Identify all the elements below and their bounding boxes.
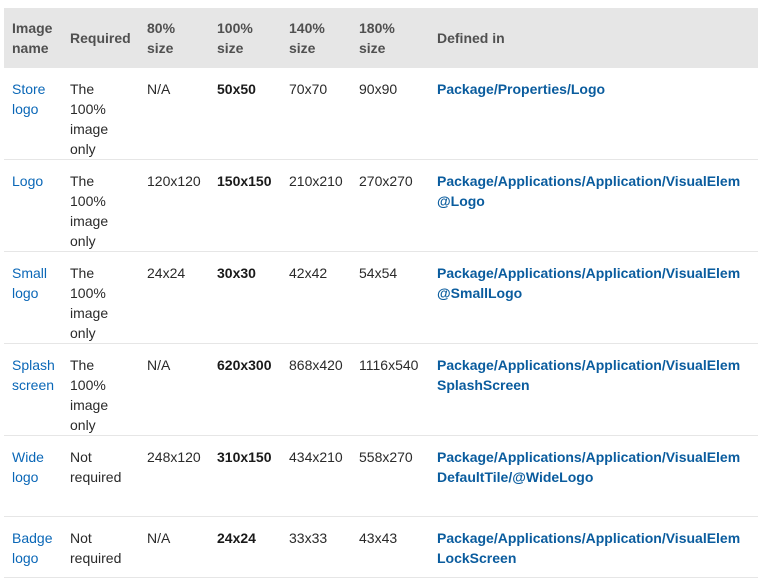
image-sizes-table-container: Image name Required 80% size 100% size 1…	[4, 8, 758, 578]
cell-image-name: Splash screen	[12, 357, 55, 393]
cell-140-size: 70x70	[289, 81, 328, 97]
cell-required: Not required	[70, 530, 122, 566]
cell-180-size: 558x270	[359, 449, 413, 465]
defined-in-link-line2[interactable]: LockScreen	[437, 548, 758, 568]
table-row: Store logo The 100% image only N/A 50x50…	[4, 68, 758, 160]
cell-image-name: Small logo	[12, 265, 48, 301]
cell-140-size: 434x210	[289, 449, 343, 465]
defined-in-link-line1[interactable]: Package/Applications/Application/VisualE…	[437, 171, 758, 191]
cell-80-size: N/A	[147, 530, 171, 546]
cell-140-size: 868x420	[289, 357, 343, 373]
cell-required: Not required	[70, 449, 122, 485]
cell-140-size: 210x210	[289, 173, 343, 189]
header-140-size: 140% size	[289, 20, 325, 56]
cell-defined-in[interactable]: Package/Applications/Application/VisualE…	[429, 517, 758, 578]
defined-in-link-line1[interactable]: Package/Applications/Application/VisualE…	[437, 263, 758, 283]
defined-in-link-line1[interactable]: Package/Properties/Logo	[437, 79, 758, 99]
cell-required: The 100% image only	[70, 265, 109, 341]
cell-80-size: 120x120	[147, 173, 201, 189]
cell-required: The 100% image only	[70, 81, 109, 157]
cell-80-size: 24x24	[147, 265, 186, 281]
cell-80-size: N/A	[147, 81, 171, 97]
cell-100-size: 30x30	[217, 265, 256, 281]
cell-defined-in[interactable]: Package/Applications/Application/VisualE…	[429, 436, 758, 517]
cell-180-size: 43x43	[359, 530, 398, 546]
cell-100-size: 50x50	[217, 81, 256, 97]
table-row: Splash screen The 100% image only N/A 62…	[4, 344, 758, 436]
cell-180-size: 54x54	[359, 265, 398, 281]
header-image-name: Image name	[12, 20, 53, 56]
defined-in-link-line1[interactable]: Package/Applications/Application/VisualE…	[437, 528, 758, 548]
cell-80-size: N/A	[147, 357, 171, 373]
cell-180-size: 1116x540	[359, 357, 419, 373]
defined-in-link-line1[interactable]: Package/Applications/Application/VisualE…	[437, 447, 758, 467]
header-180-size: 180% size	[359, 20, 395, 56]
cell-image-name: Store logo	[12, 81, 46, 117]
cell-image-name: Logo	[12, 173, 44, 189]
table-row: Logo The 100% image only 120x120 150x150…	[4, 160, 758, 252]
cell-image-name: Badge logo	[12, 530, 53, 566]
cell-defined-in[interactable]: Package/Applications/Application/VisualE…	[429, 344, 758, 436]
table-row: Wide logo Not required 248x120 310x150 4…	[4, 436, 758, 517]
defined-in-link-line1[interactable]: Package/Applications/Application/VisualE…	[437, 355, 758, 375]
defined-in-link-line2[interactable]: SplashScreen	[437, 375, 758, 395]
image-sizes-table: Image name Required 80% size 100% size 1…	[4, 8, 758, 578]
defined-in-link-line2[interactable]: @Logo	[437, 191, 758, 211]
cell-100-size: 150x150	[217, 173, 272, 189]
cell-100-size: 620x300	[217, 357, 272, 373]
table-row: Badge logo Not required N/A 24x24 33x33 …	[4, 517, 758, 578]
defined-in-link-line2[interactable]: @SmallLogo	[437, 283, 758, 303]
cell-image-name: Wide logo	[12, 449, 44, 485]
cell-required: The 100% image only	[70, 173, 109, 249]
cell-defined-in[interactable]: Package/Applications/Application/VisualE…	[429, 160, 758, 252]
cell-100-size: 310x150	[217, 449, 272, 465]
defined-in-link-line2[interactable]: DefaultTile/@WideLogo	[437, 467, 758, 487]
header-defined-in: Defined in	[437, 30, 505, 46]
table-row: Small logo The 100% image only 24x24 30x…	[4, 252, 758, 344]
cell-80-size: 248x120	[147, 449, 201, 465]
cell-100-size: 24x24	[217, 530, 256, 546]
cell-defined-in[interactable]: Package/Applications/Application/VisualE…	[429, 252, 758, 344]
header-required: Required	[70, 30, 131, 46]
cell-140-size: 33x33	[289, 530, 328, 546]
cell-180-size: 90x90	[359, 81, 398, 97]
header-100-size: 100% size	[217, 20, 253, 56]
cell-140-size: 42x42	[289, 265, 328, 281]
cell-defined-in[interactable]: Package/Properties/Logo	[429, 68, 758, 160]
table-header-row: Image name Required 80% size 100% size 1…	[4, 8, 758, 68]
cell-required: The 100% image only	[70, 357, 109, 433]
cell-180-size: 270x270	[359, 173, 413, 189]
header-80-size: 80% size	[147, 20, 176, 56]
